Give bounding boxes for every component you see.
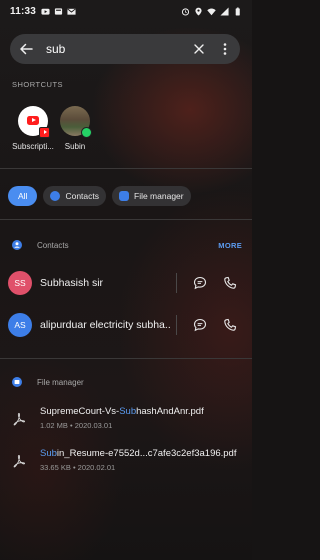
gmail-icon [67,8,76,15]
divider [176,315,177,335]
status-time: 11:33 [10,5,37,17]
chip-label: All [18,191,28,201]
notification-box-icon [54,7,63,15]
file-manager-icon [119,191,129,201]
file-name: Subin_Resume-e7552d...c7afe3c2ef3a196.pd… [40,448,237,459]
contact-name: alipurduar electricity subha... [40,319,170,331]
search-input[interactable] [46,42,176,56]
wifi-icon [207,7,216,15]
file-meta: 33.65 KB • 2020.02.01 [40,463,116,472]
chip-label: File manager [134,191,184,201]
files-section-title: File manager [37,377,84,387]
contacts-section-title: Contacts [37,240,69,250]
message-icon[interactable] [193,318,207,332]
divider [0,219,252,220]
back-arrow-icon[interactable] [18,41,34,57]
contacts-icon [12,240,22,250]
more-link[interactable]: MORE [218,241,242,250]
shortcuts-label: SHORTCUTS [12,80,64,89]
divider [0,168,252,169]
contacts-section-header: Contacts MORE [12,240,242,250]
location-icon [195,7,202,15]
search-bar [10,34,240,64]
contact-name: Subhasish sir [40,277,104,289]
status-bar: 11:33 [0,0,252,22]
shortcut-label: Subin [64,142,86,151]
file-row[interactable]: Subin_Resume-e7552d...c7afe3c2ef3a196.pd… [0,442,252,482]
file-row[interactable]: SupremeCourt-Vs-SubhashAndAnr.pdf 1.02 M… [0,400,252,440]
pdf-icon [13,455,26,468]
youtube-icon [41,8,50,15]
shortcut-subin[interactable]: Subin [50,106,100,151]
alarm-icon [181,7,190,16]
phone-icon[interactable] [223,276,237,290]
phone-icon[interactable] [223,318,237,332]
message-icon[interactable] [193,276,207,290]
divider [176,273,177,293]
more-vert-icon[interactable] [218,42,232,56]
avatar: AS [8,313,32,337]
whatsapp-icon [81,127,92,138]
pdf-icon [13,413,26,426]
chip-label: Contacts [65,191,99,201]
contact-row[interactable]: AS alipurduar electricity subha... [0,305,252,345]
file-manager-icon [12,377,22,387]
file-meta: 1.02 MB • 2020.03.01 [40,421,113,430]
battery-icon [235,7,240,16]
contact-row[interactable]: SS Subhasish sir [0,263,252,303]
files-section-header: File manager [12,377,242,387]
chip-file-manager[interactable]: File manager [112,186,191,206]
signal-icon [220,6,229,16]
chip-all[interactable]: All [8,186,38,206]
contact-photo-icon [60,106,92,138]
close-icon[interactable] [192,42,206,56]
file-name: SupremeCourt-Vs-SubhashAndAnr.pdf [40,406,204,417]
chip-contacts[interactable]: Contacts [43,186,106,206]
contacts-icon [50,191,61,201]
avatar: SS [8,271,32,295]
divider [0,358,252,359]
youtube-subscriptions-icon [18,106,50,138]
filter-chips: All Contacts File manager [8,186,191,206]
